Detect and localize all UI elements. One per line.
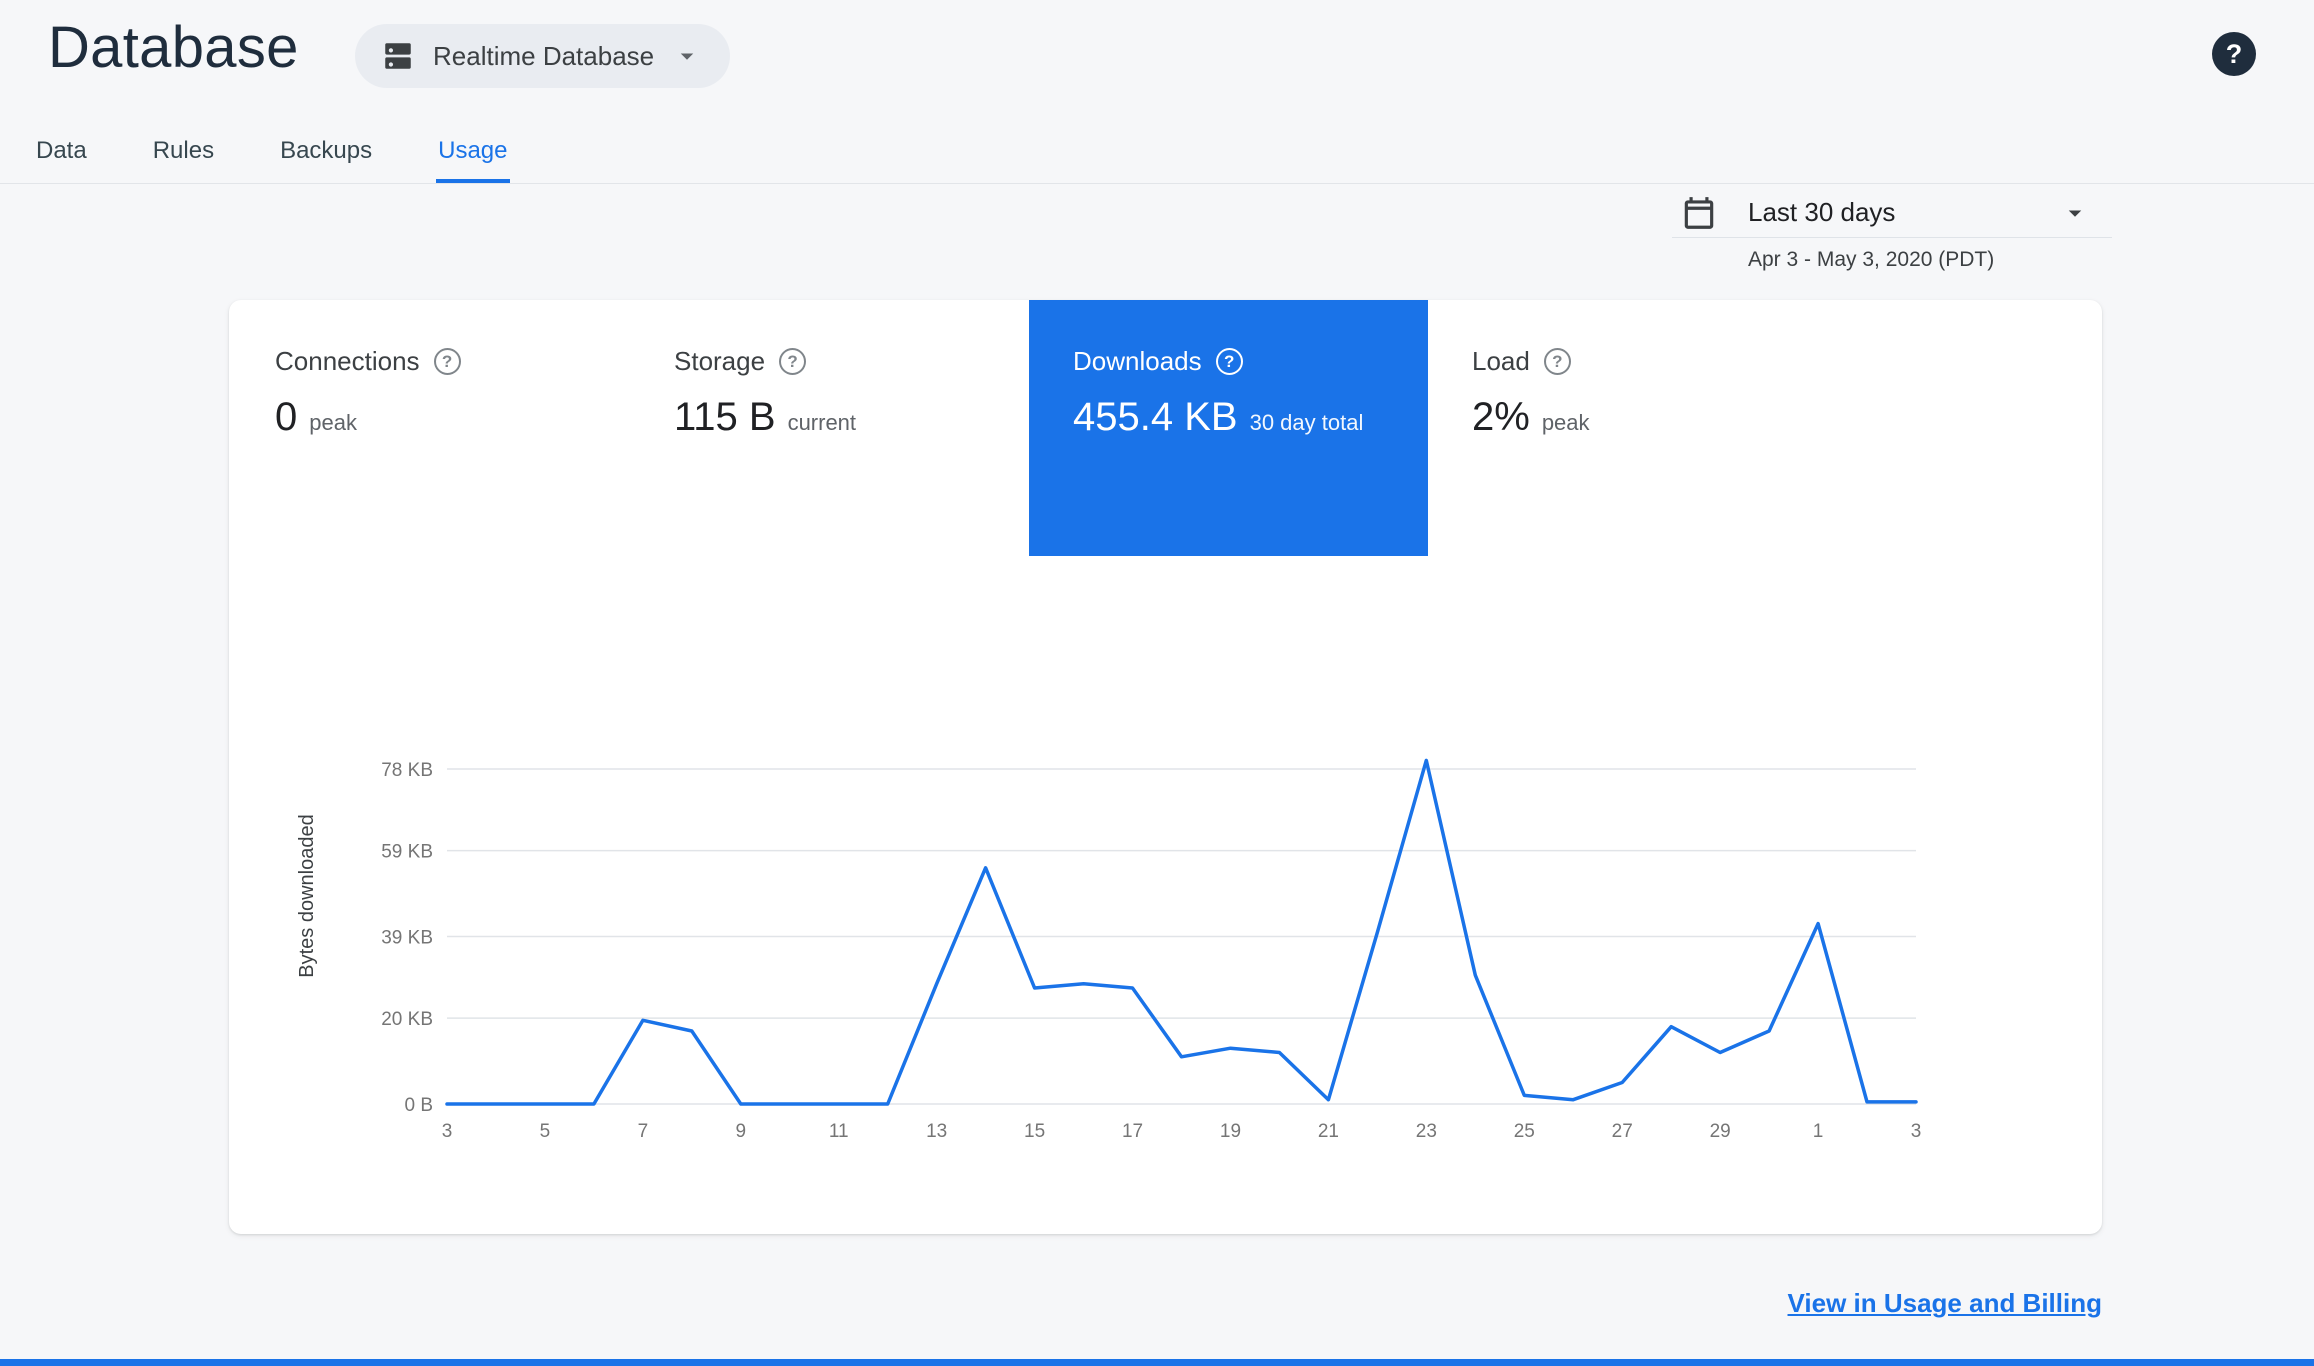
date-range-selector: Last 30 days Apr 3 - May 3, 2020 (PDT) [1672,188,2112,272]
metric-value: 115 B [674,395,776,439]
metric-unit: current [787,410,857,435]
svg-text:13: 13 [926,1121,947,1142]
help-button[interactable]: ? [2212,32,2256,76]
metric-value: 2% [1472,395,1530,439]
metric-value: 0 [275,395,298,439]
metric-tile-downloads[interactable]: Downloads ? 455.4 KB 30 day total [1029,300,1428,556]
svg-text:7: 7 [638,1121,649,1142]
help-glyph: ? [1223,351,1235,371]
metric-unit: peak [309,410,357,435]
metric-unit: 30 day total [1249,410,1364,435]
svg-text:0 B: 0 B [404,1095,433,1116]
svg-text:9: 9 [736,1121,747,1142]
svg-text:27: 27 [1612,1121,1633,1142]
page-title: Database [48,15,299,80]
tab-backups[interactable]: Backups [278,118,374,183]
database-type-label: Realtime Database [433,40,655,71]
date-range-detail: Apr 3 - May 3, 2020 (PDT) [1748,248,1995,271]
metric-label: Downloads [1073,346,1202,376]
svg-text:59 KB: 59 KB [381,842,433,863]
usage-card: Connections ? 0 peak Storage ? 115 B cur… [229,300,2102,1234]
svg-text:21: 21 [1318,1121,1339,1142]
date-range-value: Last 30 days [1748,197,1896,227]
metric-tile-load[interactable]: Load ? 2% peak [1428,300,1827,556]
svg-text:3: 3 [442,1121,453,1142]
database-type-selector[interactable]: Realtime Database [355,24,731,88]
tab-bar: Data Rules Backups Usage [0,118,2314,184]
metric-label: Storage [674,346,766,376]
bytes-downloaded-line-chart: 0 B20 KB39 KB59 KB78 KB3 5 7 9 11 13 15 17 19 21 2… [296,758,1922,1142]
svg-text:78 KB: 78 KB [381,760,433,781]
calendar-icon [1684,196,1714,229]
metric-tile-storage[interactable]: Storage ? 115 B current [630,300,1029,556]
svg-text:3: 3 [1911,1121,1922,1142]
svg-text:20 KB: 20 KB [381,1009,433,1030]
database-usage-page: Database Realtime Database ? Data Rules … [0,0,2314,1366]
svg-text:19: 19 [1220,1121,1241,1142]
svg-text:23: 23 [1416,1121,1437,1142]
tab-rules[interactable]: Rules [151,118,216,183]
svg-text:Bytes downloaded: Bytes downloaded [296,814,318,977]
svg-text:39 KB: 39 KB [381,928,433,949]
svg-text:29: 29 [1710,1121,1731,1142]
svg-text:11: 11 [829,1121,849,1142]
help-circle-icon[interactable]: ? [1215,348,1243,375]
svg-text:5: 5 [540,1121,551,1142]
svg-text:15: 15 [1024,1121,1045,1142]
chevron-down-icon [680,53,694,60]
metric-tile-connections[interactable]: Connections ? 0 peak [231,300,630,556]
help-glyph: ? [441,351,453,371]
date-range-dropdown[interactable]: Last 30 days [1672,188,2112,238]
help-icon: ? [2225,38,2243,69]
svg-text:17: 17 [1122,1121,1143,1142]
database-icon [385,43,411,69]
metric-label: Connections [275,346,420,376]
help-circle-icon[interactable]: ? [779,348,807,375]
tab-data[interactable]: Data [34,118,89,183]
metric-value: 455.4 KB [1073,395,1238,439]
view-usage-billing-link[interactable]: View in Usage and Billing [1788,1288,2102,1319]
help-circle-icon[interactable]: ? [433,348,461,375]
svg-text:25: 25 [1514,1121,1535,1142]
bottom-accent-bar [0,1359,2314,1366]
help-glyph: ? [787,351,798,371]
svg-text:1: 1 [1813,1121,1824,1142]
metric-label: Load [1472,346,1530,376]
tab-usage[interactable]: Usage [436,118,510,183]
metric-unit: peak [1541,410,1590,435]
help-glyph: ? [1552,351,1563,371]
help-circle-icon[interactable]: ? [1543,348,1571,375]
chevron-down-icon [2068,210,2082,217]
